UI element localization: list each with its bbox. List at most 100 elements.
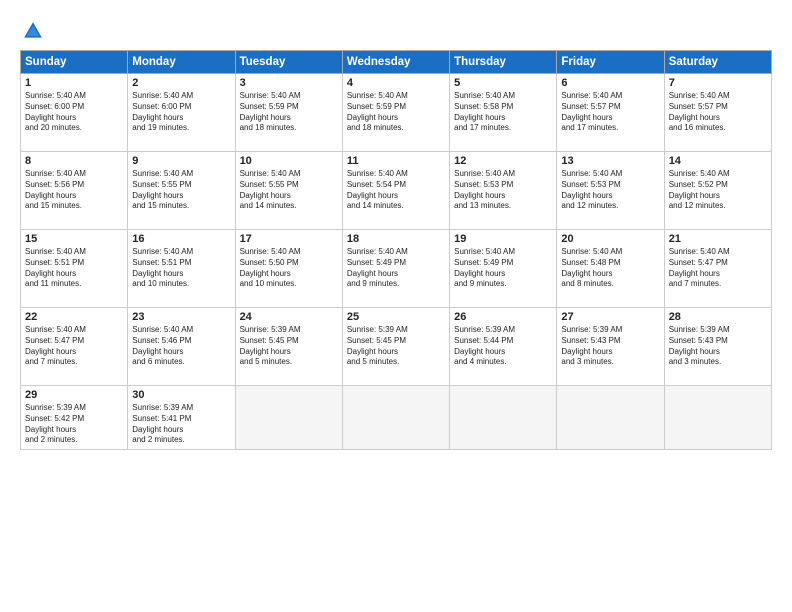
calendar-cell: 4Sunrise: 5:40 AMSunset: 5:59 PMDaylight… [342,74,449,152]
cell-content: Sunrise: 5:39 AMSunset: 5:43 PMDaylight … [669,325,767,368]
calendar-cell: 20Sunrise: 5:40 AMSunset: 5:48 PMDayligh… [557,230,664,308]
day-number: 18 [347,233,445,245]
day-number: 5 [454,77,552,89]
calendar-cell: 28 Sunrise: 5:39 AMSunset: 5:43 PMDayligh… [664,308,771,386]
calendar-cell [342,386,449,450]
calendar-cell: 5 Sunrise: 5:40 AMSunset: 5:58 PMDaylight… [450,74,557,152]
cell-content: Sunrise: 5:40 AMSunset: 5:56 PMDaylight … [25,169,123,212]
cell-content: Sunrise: 5:40 AMSunset: 5:57 PMDaylight … [561,91,659,134]
day-number: 21 [669,233,767,245]
week-row-5: 29 Sunrise: 5:39 AMSunset: 5:42 PMDayligh… [21,386,772,450]
calendar-table: SundayMondayTuesdayWednesdayThursdayFrid… [20,50,772,450]
cell-content: Sunrise: 5:40 AMSunset: 6:00 PMDaylight … [132,91,230,134]
col-header-monday: Monday [128,51,235,74]
cell-content: Sunrise: 5:39 AMSunset: 5:42 PMDaylight … [25,403,123,446]
cell-content: Sunrise: 5:40 AMSunset: 5:50 PMDaylight … [240,247,338,290]
day-number: 11 [347,155,445,167]
calendar-cell: 14 Sunrise: 5:40 AMSunset: 5:52 PMDayligh… [664,152,771,230]
calendar-cell: 30 Sunrise: 5:39 AMSunset: 5:41 PMDayligh… [128,386,235,450]
calendar-cell: 1 Sunrise: 5:40 AMSunset: 6:00 PMDaylight… [21,74,128,152]
day-number: 12 [454,155,552,167]
logo [20,22,44,42]
cell-content: Sunrise: 5:39 AMSunset: 5:45 PMDaylight … [240,325,338,368]
calendar-cell: 12 Sunrise: 5:40 AMSunset: 5:53 PMDayligh… [450,152,557,230]
cell-content: Sunrise: 5:40 AMSunset: 5:57 PMDaylight … [669,91,767,134]
calendar-cell: 21 Sunrise: 5:40 AMSunset: 5:47 PMDayligh… [664,230,771,308]
day-number: 27 [561,311,659,323]
calendar-cell [664,386,771,450]
cell-content: Sunrise: 5:40 AMSunset: 5:53 PMDaylight … [454,169,552,212]
cell-content: Sunrise: 5:40 AMSunset: 5:51 PMDaylight … [132,247,230,290]
calendar-cell: 15 Sunrise: 5:40 AMSunset: 5:51 PMDayligh… [21,230,128,308]
calendar-cell: 7Sunrise: 5:40 AMSunset: 5:57 PMDaylight… [664,74,771,152]
day-number: 29 [25,389,123,401]
calendar-cell: 10Sunrise: 5:40 AMSunset: 5:55 PMDayligh… [235,152,342,230]
calendar-cell: 11 Sunrise: 5:40 AMSunset: 5:54 PMDayligh… [342,152,449,230]
cell-content: Sunrise: 5:40 AMSunset: 5:47 PMDaylight … [669,247,767,290]
cell-content: Sunrise: 5:40 AMSunset: 5:47 PMDaylight … [25,325,123,368]
cell-content: Sunrise: 5:39 AMSunset: 5:45 PMDaylight … [347,325,445,368]
day-number: 28 [669,311,767,323]
day-number: 2 [132,77,230,89]
header-row: SundayMondayTuesdayWednesdayThursdayFrid… [21,51,772,74]
day-number: 8 [25,155,123,167]
day-number: 10 [240,155,338,167]
cell-content: Sunrise: 5:40 AMSunset: 6:00 PMDaylight … [25,91,123,134]
day-number: 14 [669,155,767,167]
col-header-wednesday: Wednesday [342,51,449,74]
cell-content: Sunrise: 5:40 AMSunset: 5:51 PMDaylight … [25,247,123,290]
calendar-cell [235,386,342,450]
calendar-cell: 19 Sunrise: 5:40 AMSunset: 5:49 PMDayligh… [450,230,557,308]
cell-content: Sunrise: 5:40 AMSunset: 5:52 PMDaylight … [669,169,767,212]
calendar-cell: 26Sunrise: 5:39 AMSunset: 5:44 PMDayligh… [450,308,557,386]
calendar-cell: 2 Sunrise: 5:40 AMSunset: 6:00 PMDaylight… [128,74,235,152]
cell-content: Sunrise: 5:40 AMSunset: 5:59 PMDaylight … [240,91,338,134]
col-header-friday: Friday [557,51,664,74]
day-number: 24 [240,311,338,323]
cell-content: Sunrise: 5:40 AMSunset: 5:54 PMDaylight … [347,169,445,212]
cell-content: Sunrise: 5:40 AMSunset: 5:46 PMDaylight … [132,325,230,368]
day-number: 6 [561,77,659,89]
week-row-4: 22Sunrise: 5:40 AMSunset: 5:47 PMDayligh… [21,308,772,386]
col-header-thursday: Thursday [450,51,557,74]
calendar-cell: 6 Sunrise: 5:40 AMSunset: 5:57 PMDaylight… [557,74,664,152]
cell-content: Sunrise: 5:40 AMSunset: 5:58 PMDaylight … [454,91,552,134]
day-number: 3 [240,77,338,89]
cell-content: Sunrise: 5:40 AMSunset: 5:49 PMDaylight … [454,247,552,290]
day-number: 23 [132,311,230,323]
calendar-cell: 16 Sunrise: 5:40 AMSunset: 5:51 PMDayligh… [128,230,235,308]
col-header-saturday: Saturday [664,51,771,74]
general-blue-icon [22,20,44,42]
cell-content: Sunrise: 5:40 AMSunset: 5:53 PMDaylight … [561,169,659,212]
col-header-tuesday: Tuesday [235,51,342,74]
day-number: 13 [561,155,659,167]
col-header-sunday: Sunday [21,51,128,74]
calendar-cell: 13 Sunrise: 5:40 AMSunset: 5:53 PMDayligh… [557,152,664,230]
cell-content: Sunrise: 5:39 AMSunset: 5:44 PMDaylight … [454,325,552,368]
week-row-2: 8 Sunrise: 5:40 AMSunset: 5:56 PMDaylight… [21,152,772,230]
day-number: 25 [347,311,445,323]
calendar-cell [557,386,664,450]
day-number: 16 [132,233,230,245]
cell-content: Sunrise: 5:39 AMSunset: 5:43 PMDaylight … [561,325,659,368]
header [20,18,772,42]
day-number: 1 [25,77,123,89]
cell-content: Sunrise: 5:40 AMSunset: 5:55 PMDaylight … [132,169,230,212]
day-number: 17 [240,233,338,245]
week-row-1: 1 Sunrise: 5:40 AMSunset: 6:00 PMDaylight… [21,74,772,152]
page: SundayMondayTuesdayWednesdayThursdayFrid… [0,0,792,612]
day-number: 15 [25,233,123,245]
calendar-cell: 22Sunrise: 5:40 AMSunset: 5:47 PMDayligh… [21,308,128,386]
calendar-cell: 18Sunrise: 5:40 AMSunset: 5:49 PMDayligh… [342,230,449,308]
day-number: 9 [132,155,230,167]
calendar-cell: 8 Sunrise: 5:40 AMSunset: 5:56 PMDaylight… [21,152,128,230]
day-number: 30 [132,389,230,401]
calendar-cell: 24 Sunrise: 5:39 AMSunset: 5:45 PMDayligh… [235,308,342,386]
day-number: 19 [454,233,552,245]
calendar-cell: 23 Sunrise: 5:40 AMSunset: 5:46 PMDayligh… [128,308,235,386]
day-number: 20 [561,233,659,245]
cell-content: Sunrise: 5:39 AMSunset: 5:41 PMDaylight … [132,403,230,446]
week-row-3: 15 Sunrise: 5:40 AMSunset: 5:51 PMDayligh… [21,230,772,308]
calendar-cell [450,386,557,450]
calendar-cell: 25 Sunrise: 5:39 AMSunset: 5:45 PMDayligh… [342,308,449,386]
